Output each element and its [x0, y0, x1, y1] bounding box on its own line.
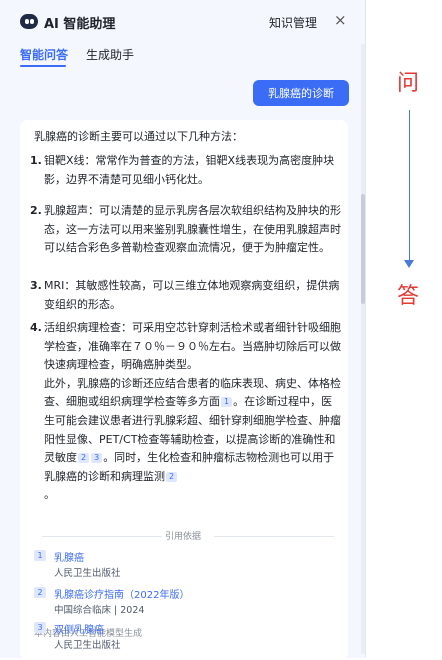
answer-item-4: 4. 活组织病理检查：可采用空芯针穿刺活检术或者细针针吸细胞学检查，准确率在７０… — [30, 319, 342, 505]
answer-card: 乳腺癌的诊断主要可以通过以下几种方法： 1. 钼靶X线：常常作为普查的方法，钼靶… — [20, 120, 348, 660]
scrollbar-thumb[interactable] — [361, 194, 365, 304]
item-number: 1. — [30, 154, 42, 167]
references-heading: 引用依据 — [20, 529, 346, 543]
item-number: 2. — [30, 204, 42, 217]
close-icon[interactable]: × — [334, 11, 347, 29]
reference-title[interactable]: 双侧乳腺癌 — [54, 621, 104, 636]
citation-badge[interactable]: 2 — [78, 453, 90, 464]
reference-number: 2 — [34, 587, 46, 598]
robot-logo-icon — [20, 14, 38, 29]
citation-badge[interactable]: 1 — [221, 397, 233, 408]
reference-number: 3 — [34, 622, 46, 633]
references-heading-label: 引用依据 — [165, 532, 202, 542]
annotation-arrow-down-icon — [404, 260, 414, 268]
question-annotation: 问 — [397, 71, 420, 96]
annotation-arrow-line — [409, 110, 410, 260]
user-question-bubble: 乳腺癌的诊断 — [253, 80, 349, 106]
answer-intro: 乳腺癌的诊断主要可以通过以下几种方法： — [34, 130, 243, 143]
item-number: 4. — [30, 321, 42, 334]
answer-item-3: 3. MRI：其敏感性较高，可以三维立体地观察病变组织，提供病变组织的形态。 — [30, 277, 342, 314]
answer-annotation: 答 — [397, 284, 420, 309]
knowledge-management-link[interactable]: 知识管理 — [269, 14, 317, 31]
scrollbar[interactable] — [361, 44, 365, 654]
citation-badge[interactable]: 2 — [166, 471, 178, 482]
reference-source: 人民卫生出版社 — [54, 640, 121, 651]
item-text-a: 活组织病理检查：可采用空芯针穿刺活检术或者细针针吸细胞学检查，准确率在７０％－９… — [44, 321, 341, 372]
reference-title[interactable]: 乳腺癌诊疗指南（2022年版） — [54, 586, 189, 601]
answer-item-2: 2. 乳腺超声：可以清楚的显示乳房各层次软组织结构及肿块的形态，这一方法可以用来… — [30, 202, 342, 258]
divider — [42, 536, 162, 537]
app-title: AI 智能助理 — [44, 17, 116, 32]
answer-item-1: 1. 钼靶X线：常常作为普查的方法，钼靶X线表现为高密度肿块影，边界不清楚可见细… — [30, 152, 342, 189]
reference-title[interactable]: 乳腺癌 — [54, 549, 84, 564]
active-tab-indicator — [20, 65, 66, 67]
divider — [214, 536, 334, 537]
tab-smart-qa[interactable]: 智能问答 — [20, 46, 68, 63]
tab-bar: 智能问答 生成助手 — [0, 44, 365, 70]
citation-badge[interactable]: 3 — [91, 453, 103, 464]
reference-source: 人民卫生出版社 — [54, 568, 121, 579]
tab-generation-assistant[interactable]: 生成助手 — [86, 46, 134, 63]
item-number: 3. — [30, 279, 42, 292]
reference-source: 中国综合临床 | 2024 — [54, 605, 145, 616]
panel-header: AI 智能助理 知识管理 × — [0, 0, 365, 44]
item-text: 乳腺超声：可以清楚的显示乳房各层次软组织结构及肿块的形态，这一方法可以用来鉴别乳… — [44, 204, 341, 255]
item-text-e: 。 — [44, 488, 55, 502]
item-text: 活组织病理检查：可采用空芯针穿刺活检术或者细针针吸细胞学检查，准确率在７０％－９… — [44, 319, 342, 505]
assistant-panel: AI 智能助理 知识管理 × 智能问答 生成助手 乳腺癌的诊断 乳腺癌的诊断主要… — [0, 0, 366, 660]
reference-number: 1 — [34, 550, 46, 561]
item-text: MRI：其敏感性较高，可以三维立体地观察病变组织，提供病变组织的形态。 — [44, 279, 340, 311]
item-text: 钼靶X线：常常作为普查的方法，钼靶X线表现为高密度肿块影，边界不清楚可见细小钙化… — [44, 154, 335, 186]
